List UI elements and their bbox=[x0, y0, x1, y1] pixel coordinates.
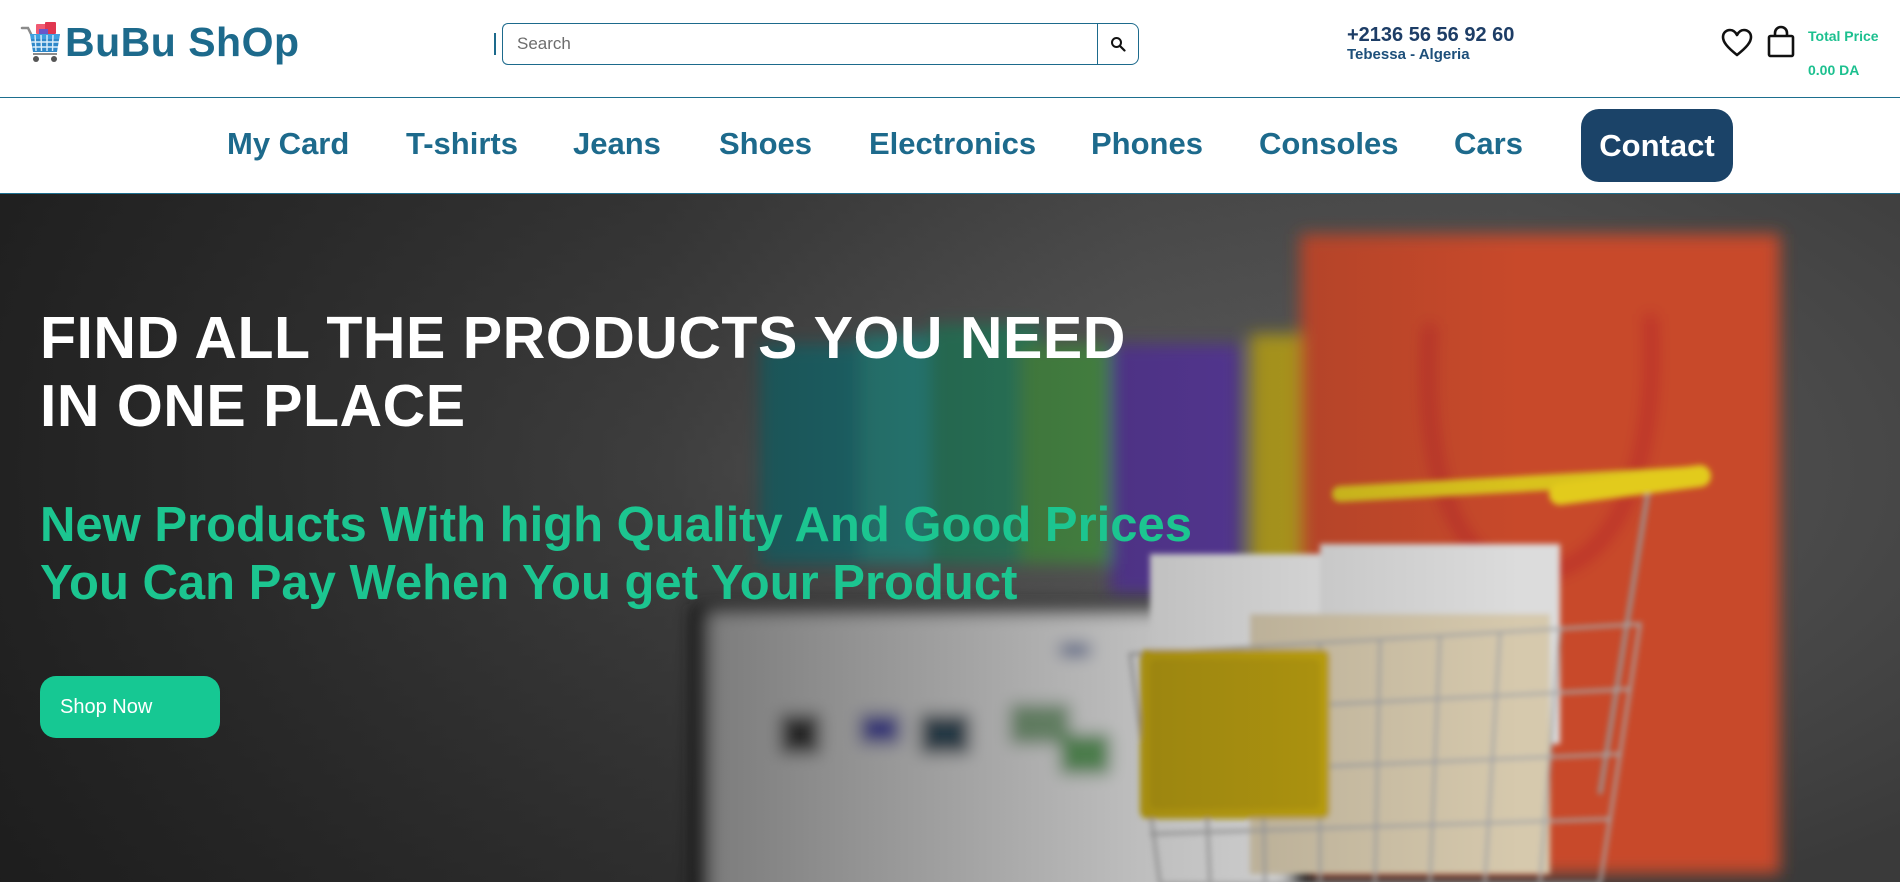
search-icon bbox=[1111, 37, 1126, 52]
nav-item-cars[interactable]: Cars bbox=[1454, 126, 1523, 162]
nav-item-jeans[interactable]: Jeans bbox=[573, 126, 661, 162]
nav-item-phones[interactable]: Phones bbox=[1091, 126, 1203, 162]
logo-link[interactable]: BuBu ShOp bbox=[19, 20, 300, 64]
search-caret bbox=[494, 33, 496, 55]
hero-title: FIND ALL THE PRODUCTS YOU NEED IN ONE PL… bbox=[40, 304, 1200, 440]
nav-item-tshirts[interactable]: T-shirts bbox=[406, 126, 518, 162]
nav-item-consoles[interactable]: Consoles bbox=[1259, 126, 1399, 162]
hero-banner: FIND ALL THE PRODUCTS YOU NEED IN ONE PL… bbox=[0, 194, 1900, 882]
contact-button[interactable]: Contact bbox=[1581, 109, 1733, 182]
hero-subtitle: New Products With high Quality And Good … bbox=[40, 496, 1280, 612]
contact-info: +2136 56 56 92 60 Tebessa - Algeria bbox=[1347, 24, 1514, 64]
nav-item-my-card[interactable]: My Card bbox=[227, 126, 349, 162]
search-button[interactable] bbox=[1097, 23, 1139, 65]
shopping-cart-icon bbox=[20, 22, 60, 62]
hero-title-line-1: FIND ALL THE PRODUCTS YOU NEED bbox=[40, 305, 1126, 371]
shopping-bag-icon[interactable] bbox=[1765, 25, 1797, 59]
heart-icon[interactable] bbox=[1721, 27, 1753, 59]
hero-title-line-2: IN ONE PLACE bbox=[40, 373, 466, 439]
shop-now-button[interactable]: Shop Now bbox=[40, 676, 220, 738]
nav-item-shoes[interactable]: Shoes bbox=[719, 126, 812, 162]
phone-number: +2136 56 56 92 60 bbox=[1347, 24, 1515, 46]
total-price-value: 0.00 DA bbox=[1808, 62, 1860, 78]
hero-subtitle-line-2: You Can Pay Wehen You get Your Product bbox=[40, 556, 1018, 610]
total-price-label: Total Price bbox=[1808, 28, 1879, 44]
brand-name: BuBu ShOp bbox=[65, 19, 300, 65]
main-nav: My Card T-shirts Jeans Shoes Electronics… bbox=[0, 98, 1900, 194]
store-location: Tebessa - Algeria bbox=[1347, 46, 1470, 63]
top-header: BuBu ShOp +2136 56 56 92 60 Tebessa - Al… bbox=[0, 0, 1900, 98]
hero-subtitle-line-1: New Products With high Quality And Good … bbox=[40, 498, 1193, 552]
search-input[interactable] bbox=[502, 23, 1097, 65]
nav-item-electronics[interactable]: Electronics bbox=[869, 126, 1036, 162]
search-box bbox=[494, 23, 1139, 65]
